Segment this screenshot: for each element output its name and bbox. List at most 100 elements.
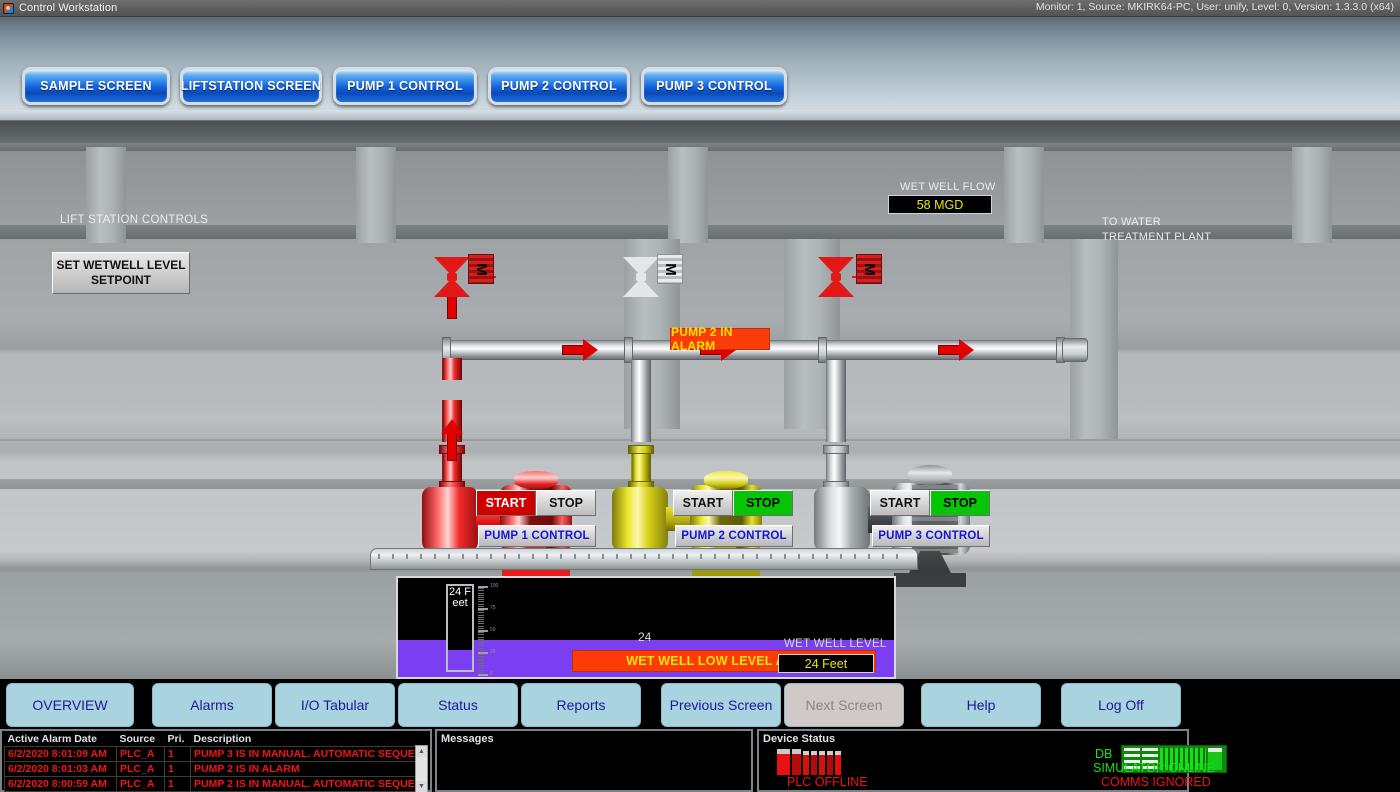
wet-well-level-gauge: 24 Feet [446, 584, 474, 672]
pump-2-control-link[interactable]: PUMP 2 CONTROL [675, 525, 793, 547]
alarm-row[interactable]: 6/2/2020 8:00:59 AM PLC_A 1 PUMP 2 IS IN MA… [4, 776, 416, 792]
app-icon [3, 2, 14, 14]
scale-tick-minor [478, 623, 484, 625]
scale-tick-minor [478, 594, 484, 596]
scale-tick-label: 25 [490, 649, 496, 655]
scale-tick-minor [478, 590, 484, 592]
gauge-fill [448, 650, 472, 670]
lift-station-controls-label: LIFT STATION CONTROLS [60, 214, 209, 226]
pump-2-alarm-banner: PUMP 2 IN ALARM [670, 325, 770, 353]
alarm-cell-source: PLC_A [116, 746, 165, 762]
floor-edge [0, 439, 1400, 441]
scale-tick-minor [478, 605, 484, 607]
scale-tick-minor [478, 616, 484, 618]
pump-3-stop-button[interactable]: STOP [930, 490, 990, 516]
nav-button-sample-screen[interactable]: SAMPLE SCREEN [22, 67, 170, 105]
scale-tick-minor [478, 656, 484, 658]
pump-2-start-button[interactable]: START [673, 490, 733, 516]
scale-tick-minor [478, 621, 484, 623]
wet-well-level-scale: 100 75 50 25 0 [478, 584, 504, 677]
scale-tick-minor [478, 658, 484, 660]
title-bar: Control Workstation Monitor: 1, Source: … [0, 0, 1400, 17]
bottom-nav-log-off[interactable]: Log Off [1061, 683, 1181, 727]
pump-1-start-button[interactable]: START [476, 490, 536, 516]
alarm-cell-pri: 1 [164, 776, 191, 792]
pump-2-valve-motor-actuator-icon[interactable]: M [657, 254, 683, 284]
pump-2-riser-pipe [631, 451, 651, 481]
pump-1-discharge-valve[interactable] [434, 257, 496, 297]
scale-tick-minor [478, 612, 484, 614]
scale-tick-minor [478, 627, 484, 629]
pump-3-control-link[interactable]: PUMP 3 CONTROL [872, 525, 990, 547]
alarm-table: Active Alarm Date Source Pri. Descriptio… [4, 732, 416, 792]
gauge-reading: 24 Feet [448, 586, 471, 609]
pump-1-valve-motor-actuator-icon[interactable]: M [468, 254, 494, 284]
messages-title: Messages [441, 733, 494, 745]
alarm-scrollbar[interactable]: ▲ ▼ [415, 745, 428, 792]
bottom-nav-overview[interactable]: OVERVIEW [6, 683, 134, 727]
valve-body-lower [623, 278, 659, 297]
scroll-up-icon[interactable]: ▲ [416, 746, 427, 757]
bottom-nav-alarms[interactable]: Alarms [152, 683, 272, 727]
pump-2-discharge-valve[interactable] [623, 257, 679, 297]
nav-button-pump-1-control[interactable]: PUMP 1 CONTROL [333, 67, 477, 105]
alarm-cell-pri: 1 [164, 746, 191, 762]
scroll-down-icon[interactable]: ▼ [416, 781, 427, 792]
wet-well-flow-label: WET WELL FLOW [900, 181, 996, 193]
bottom-nav-io-tabular[interactable]: I/O Tabular [275, 683, 395, 727]
motor-glyph: M [860, 262, 878, 276]
bottom-nav-previous-screen[interactable]: Previous Screen [661, 683, 781, 727]
support-column [1004, 147, 1044, 243]
wet-well-level-value: 24 Feet [778, 654, 874, 673]
plc-status-text: PLC OFFLINE [787, 775, 868, 789]
pump-1-control-link[interactable]: PUMP 1 CONTROL [478, 525, 596, 547]
pump-2-stop-button[interactable]: STOP [733, 490, 793, 516]
bottom-nav-help[interactable]: Help [921, 683, 1041, 727]
alarm-col-pri: Pri. [164, 732, 191, 747]
device-status-panel: Device Status PLC OFFLINE DB SIMULATOR O… [757, 729, 1227, 792]
pump-motor-fan-cover [908, 465, 952, 485]
bottom-nav-next-screen: Next Screen [784, 683, 904, 727]
scale-tick-minor [478, 660, 484, 662]
wet-well-center-value: 24 [638, 630, 652, 644]
simulator-status-line1: SIMULATOR ONLINE [1093, 761, 1215, 775]
set-wetwell-level-setpoint-button[interactable]: SET WETWELL LEVEL SETPOINT [52, 252, 190, 294]
nav-button-pump-3-control[interactable]: PUMP 3 CONTROL [641, 67, 787, 105]
alarm-col-desc: Description [190, 732, 416, 747]
scale-tick-minor [478, 592, 484, 594]
scale-tick-minor [478, 638, 484, 640]
bottom-nav-reports[interactable]: Reports [521, 683, 641, 727]
pump-3-riser-pipe [826, 360, 846, 442]
scale-tick-minor [478, 636, 484, 638]
bottom-nav-row: OVERVIEW Alarms I/O Tabular Status Repor… [2, 683, 1188, 729]
valve-body-lower [818, 278, 854, 297]
pipe-end-cap [1062, 338, 1088, 362]
scale-tick-minor [478, 603, 484, 605]
alarm-table-wrap[interactable]: Active Alarm Date Source Pri. Descriptio… [4, 732, 432, 792]
nav-button-pump-2-control[interactable]: PUMP 2 CONTROL [488, 67, 630, 105]
scale-tick-minor [478, 663, 484, 664]
support-column [356, 147, 396, 243]
scale-tick-minor [478, 597, 484, 598]
pipe-flange [628, 445, 654, 454]
pump-1-stop-button[interactable]: STOP [536, 490, 596, 516]
messages-panel[interactable]: Messages [435, 729, 753, 792]
active-alarm-panel: Active Alarm Date Source Pri. Descriptio… [0, 729, 432, 792]
scale-tick-minor [478, 625, 484, 627]
pump-3-valve-motor-actuator-icon[interactable]: M [856, 254, 882, 284]
nav-button-liftstation-screen[interactable]: LIFTSTATION SCREEN [180, 67, 322, 105]
alarm-table-header-row: Active Alarm Date Source Pri. Descriptio… [4, 732, 416, 747]
alarm-col-date: Active Alarm Date [4, 732, 117, 747]
pump-3-discharge-valve[interactable] [818, 257, 880, 297]
scale-tick-minor [478, 599, 484, 601]
hmi-screen: Control Workstation Monitor: 1, Source: … [0, 0, 1400, 792]
alarm-row[interactable]: 6/2/2020 8:01:03 AM PLC_A 1 PUMP 2 IS IN AL… [4, 761, 416, 777]
bottom-nav-status[interactable]: Status [398, 683, 518, 727]
alarm-cell-date: 6/2/2020 8:01:09 AM [4, 746, 117, 762]
alarm-row[interactable]: 6/2/2020 8:01:09 AM PLC_A 1 PUMP 3 IS IN MA… [4, 746, 416, 762]
scale-tick-minor [478, 649, 484, 651]
pump-3-start-button[interactable]: START [870, 490, 930, 516]
device-status-title: Device Status [763, 733, 836, 745]
bottom-bar: OVERVIEW Alarms I/O Tabular Status Repor… [0, 679, 1400, 792]
simulator-status-line2: COMMS IGNORED [1101, 775, 1211, 789]
